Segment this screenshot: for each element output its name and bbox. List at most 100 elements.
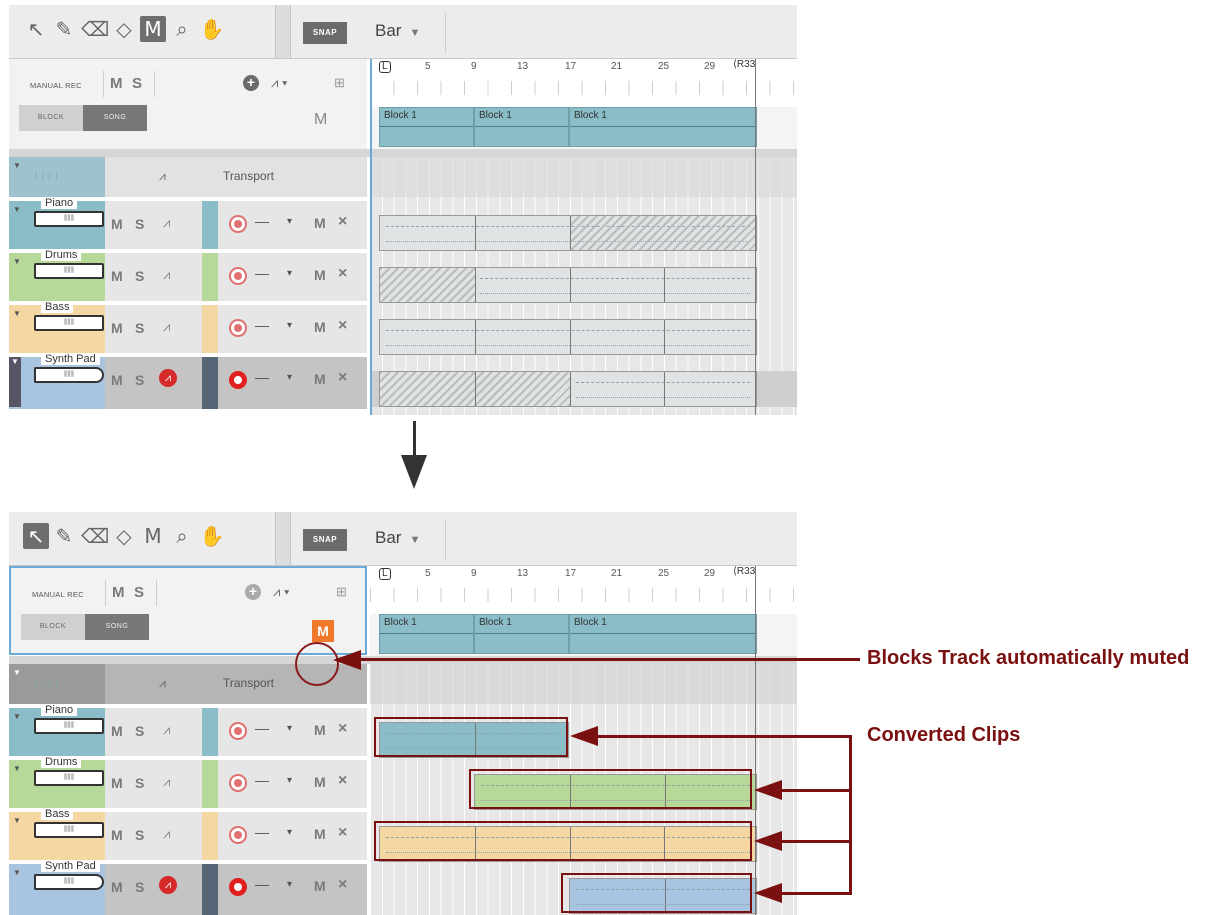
collapse-icon[interactable]: ▼: [13, 764, 21, 773]
lane-mute-button[interactable]: M: [314, 826, 326, 842]
instrument-icon[interactable]: ⫼⫼⫼: [34, 315, 104, 331]
mute-button[interactable]: M: [111, 775, 123, 791]
automation-icon[interactable]: ⩘: [163, 267, 170, 283]
record-enable-button[interactable]: [229, 722, 247, 740]
hand-icon[interactable]: ✋: [199, 523, 225, 549]
mute-button[interactable]: M: [111, 827, 123, 843]
solo-button[interactable]: S: [134, 584, 144, 601]
mute-tool-icon[interactable]: M: [140, 16, 166, 42]
pencil-icon[interactable]: ✎: [51, 16, 77, 42]
instrument-icon[interactable]: ⫼⫼⫼: [34, 211, 104, 227]
automation-icon[interactable]: ⩘: [163, 774, 170, 790]
instrument-icon[interactable]: ⫼⫼⫼: [34, 263, 104, 279]
lane-mute-button[interactable]: M: [314, 371, 326, 387]
manual-rec-label[interactable]: MANUAL REC: [32, 590, 84, 599]
add-track-icon[interactable]: +: [243, 75, 259, 91]
block-song-toggle[interactable]: BLOCK SONG: [21, 614, 149, 640]
song-mode-button[interactable]: SONG: [83, 105, 147, 131]
record-enable-button[interactable]: [229, 371, 247, 389]
arrange-lanes[interactable]: [370, 157, 797, 415]
mute-button[interactable]: M: [111, 320, 123, 336]
block-ghost-clip[interactable]: [379, 267, 757, 303]
close-icon[interactable]: ×: [338, 824, 347, 842]
left-locator[interactable]: L: [379, 568, 391, 580]
chevron-down-icon[interactable]: ▾: [287, 827, 292, 838]
pencil-icon[interactable]: ✎: [51, 523, 77, 549]
automation-icon[interactable]: ⩘: [163, 215, 170, 231]
record-enable-button[interactable]: [229, 267, 247, 285]
snap-button[interactable]: SNAP: [303, 529, 347, 551]
blocks-mute-button[interactable]: M: [312, 620, 334, 642]
song-mode-button[interactable]: SONG: [85, 614, 149, 640]
right-locator[interactable]: ⟨R33: [733, 59, 755, 70]
pointer-icon[interactable]: ↖: [23, 523, 49, 549]
mute-button[interactable]: M: [111, 216, 123, 232]
collapse-icon[interactable]: ▼: [9, 357, 21, 407]
record-enable-button[interactable]: [229, 319, 247, 337]
grid-select[interactable]: Bar ▼: [375, 528, 420, 548]
block-mode-button[interactable]: BLOCK: [21, 614, 85, 640]
mute-button[interactable]: M: [111, 723, 123, 739]
hand-icon[interactable]: ✋: [199, 16, 225, 42]
grid-select[interactable]: Bar ▼: [375, 21, 420, 41]
automation-icon[interactable]: ⩘: [159, 169, 166, 184]
paint-icon[interactable]: ◇: [111, 523, 137, 549]
solo-button[interactable]: S: [135, 879, 144, 895]
lane-mute-button[interactable]: M: [314, 215, 326, 231]
zoom-icon[interactable]: ⌕: [169, 16, 195, 42]
automation-icon[interactable]: ⩘ ▾: [273, 584, 289, 600]
add-track-icon[interactable]: +: [245, 584, 261, 600]
solo-button[interactable]: S: [135, 827, 144, 843]
block-clip[interactable]: Block 1: [474, 107, 569, 147]
toolbar-divider[interactable]: [275, 5, 291, 58]
lane-mute-button[interactable]: M: [314, 774, 326, 790]
automation-icon[interactable]: ⩘: [163, 826, 170, 842]
close-icon[interactable]: ×: [338, 265, 347, 283]
collapse-icon[interactable]: ▼: [13, 816, 21, 825]
instrument-icon[interactable]: ⫼⫼⫼: [34, 874, 104, 890]
instrument-icon[interactable]: ⫼⫼⫼: [34, 718, 104, 734]
record-enable-button[interactable]: [229, 878, 247, 896]
eraser-icon[interactable]: ⌫: [81, 16, 109, 42]
automation-icon[interactable]: ⩘: [163, 319, 170, 335]
lane-mute-button[interactable]: M: [314, 722, 326, 738]
solo-button[interactable]: S: [135, 320, 144, 336]
chevron-down-icon[interactable]: ▾: [287, 216, 292, 227]
mute-button[interactable]: M: [111, 372, 123, 388]
chevron-down-icon[interactable]: ▾: [287, 320, 292, 331]
record-enable-button[interactable]: [229, 215, 247, 233]
ruler[interactable]: L 5 9 13 17 21 25 29 ⟨R33: [370, 59, 797, 108]
mute-button[interactable]: M: [112, 584, 125, 601]
chevron-down-icon[interactable]: ▾: [287, 723, 292, 734]
paint-icon[interactable]: ◇: [111, 16, 137, 42]
collapse-icon[interactable]: ▼: [13, 161, 21, 170]
collapse-icon[interactable]: ▼: [13, 309, 21, 318]
chevron-down-icon[interactable]: ▾: [287, 372, 292, 383]
instrument-icon[interactable]: ⫼⫼⫼: [34, 367, 104, 383]
collapse-icon[interactable]: ▼: [13, 712, 21, 721]
grid-icon[interactable]: ⊞: [334, 75, 345, 91]
lane-mute-button[interactable]: M: [314, 267, 326, 283]
block-mode-button[interactable]: BLOCK: [19, 105, 83, 131]
chevron-down-icon[interactable]: ▾: [287, 879, 292, 890]
collapse-icon[interactable]: ▼: [13, 205, 21, 214]
solo-button[interactable]: S: [135, 775, 144, 791]
block-ghost-clip[interactable]: [379, 371, 757, 407]
toolbar-divider[interactable]: [275, 512, 291, 565]
block-clip[interactable]: Block 1: [379, 107, 474, 147]
chevron-down-icon[interactable]: ▾: [287, 775, 292, 786]
mute-button[interactable]: M: [111, 268, 123, 284]
block-clip[interactable]: Block 1: [569, 107, 757, 147]
close-icon[interactable]: ×: [338, 876, 347, 894]
automation-icon[interactable]: ⩘: [159, 676, 166, 691]
eraser-icon[interactable]: ⌫: [81, 523, 109, 549]
block-clip[interactable]: Block 1: [569, 614, 757, 654]
zoom-icon[interactable]: ⌕: [169, 523, 195, 549]
pointer-icon[interactable]: ↖: [23, 16, 49, 42]
instrument-icon[interactable]: ⫼⫼⫼: [34, 822, 104, 838]
record-enable-button[interactable]: [229, 774, 247, 792]
solo-button[interactable]: S: [135, 216, 144, 232]
left-locator[interactable]: L: [379, 61, 391, 73]
record-enable-button[interactable]: [229, 826, 247, 844]
close-icon[interactable]: ×: [338, 317, 347, 335]
